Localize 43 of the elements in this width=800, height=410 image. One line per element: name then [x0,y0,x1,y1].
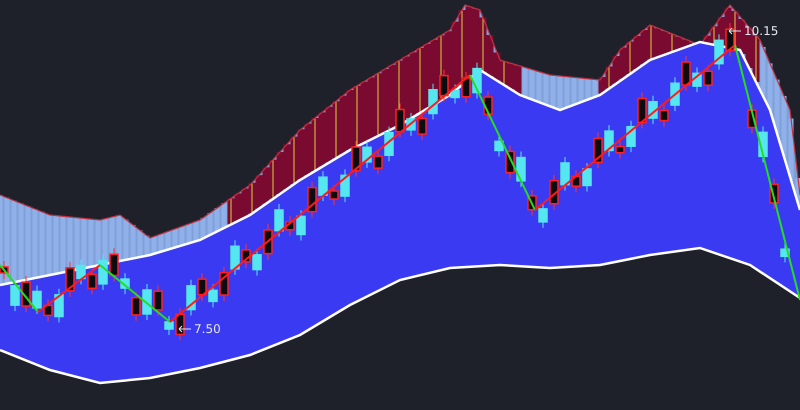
candlestick [549,174,559,210]
candlestick [230,240,240,276]
candlestick [76,259,86,285]
candlestick [681,56,691,92]
candlestick [98,254,108,290]
candlestick [747,104,757,134]
candlestick [582,162,592,192]
candlestick [780,242,790,263]
arrow-icon [728,27,742,35]
candlestick [769,178,779,210]
candlestick [307,181,317,218]
candlestick [65,261,75,298]
candlestick [516,151,526,188]
candlestick [131,291,141,322]
candlestick [241,243,251,268]
candlestick [87,268,97,295]
candlestick [725,22,735,57]
candlestick [21,276,31,313]
candlestick [384,126,394,162]
price-label: 7.50 [194,322,221,336]
candlestick [263,224,273,260]
candlestick [197,272,207,302]
candlestick [373,150,383,175]
candlestick [362,140,372,168]
candlestick [483,90,493,121]
candlestick [142,283,152,320]
candlestick [593,132,603,169]
candlestick [692,66,702,93]
candlestick [703,64,713,92]
candlestick [758,126,768,163]
candlestick [637,92,647,129]
candlestick [351,140,361,178]
candlestick [527,189,537,216]
candlestick [538,202,548,228]
candlestick [472,62,482,100]
candlestick [714,34,724,70]
candlestick [186,279,196,316]
candlestick [417,112,427,141]
arrow-icon [178,325,192,333]
candlestick [428,83,438,120]
candlestick [648,95,658,125]
candlestick [32,284,42,314]
candlestick [252,248,262,276]
